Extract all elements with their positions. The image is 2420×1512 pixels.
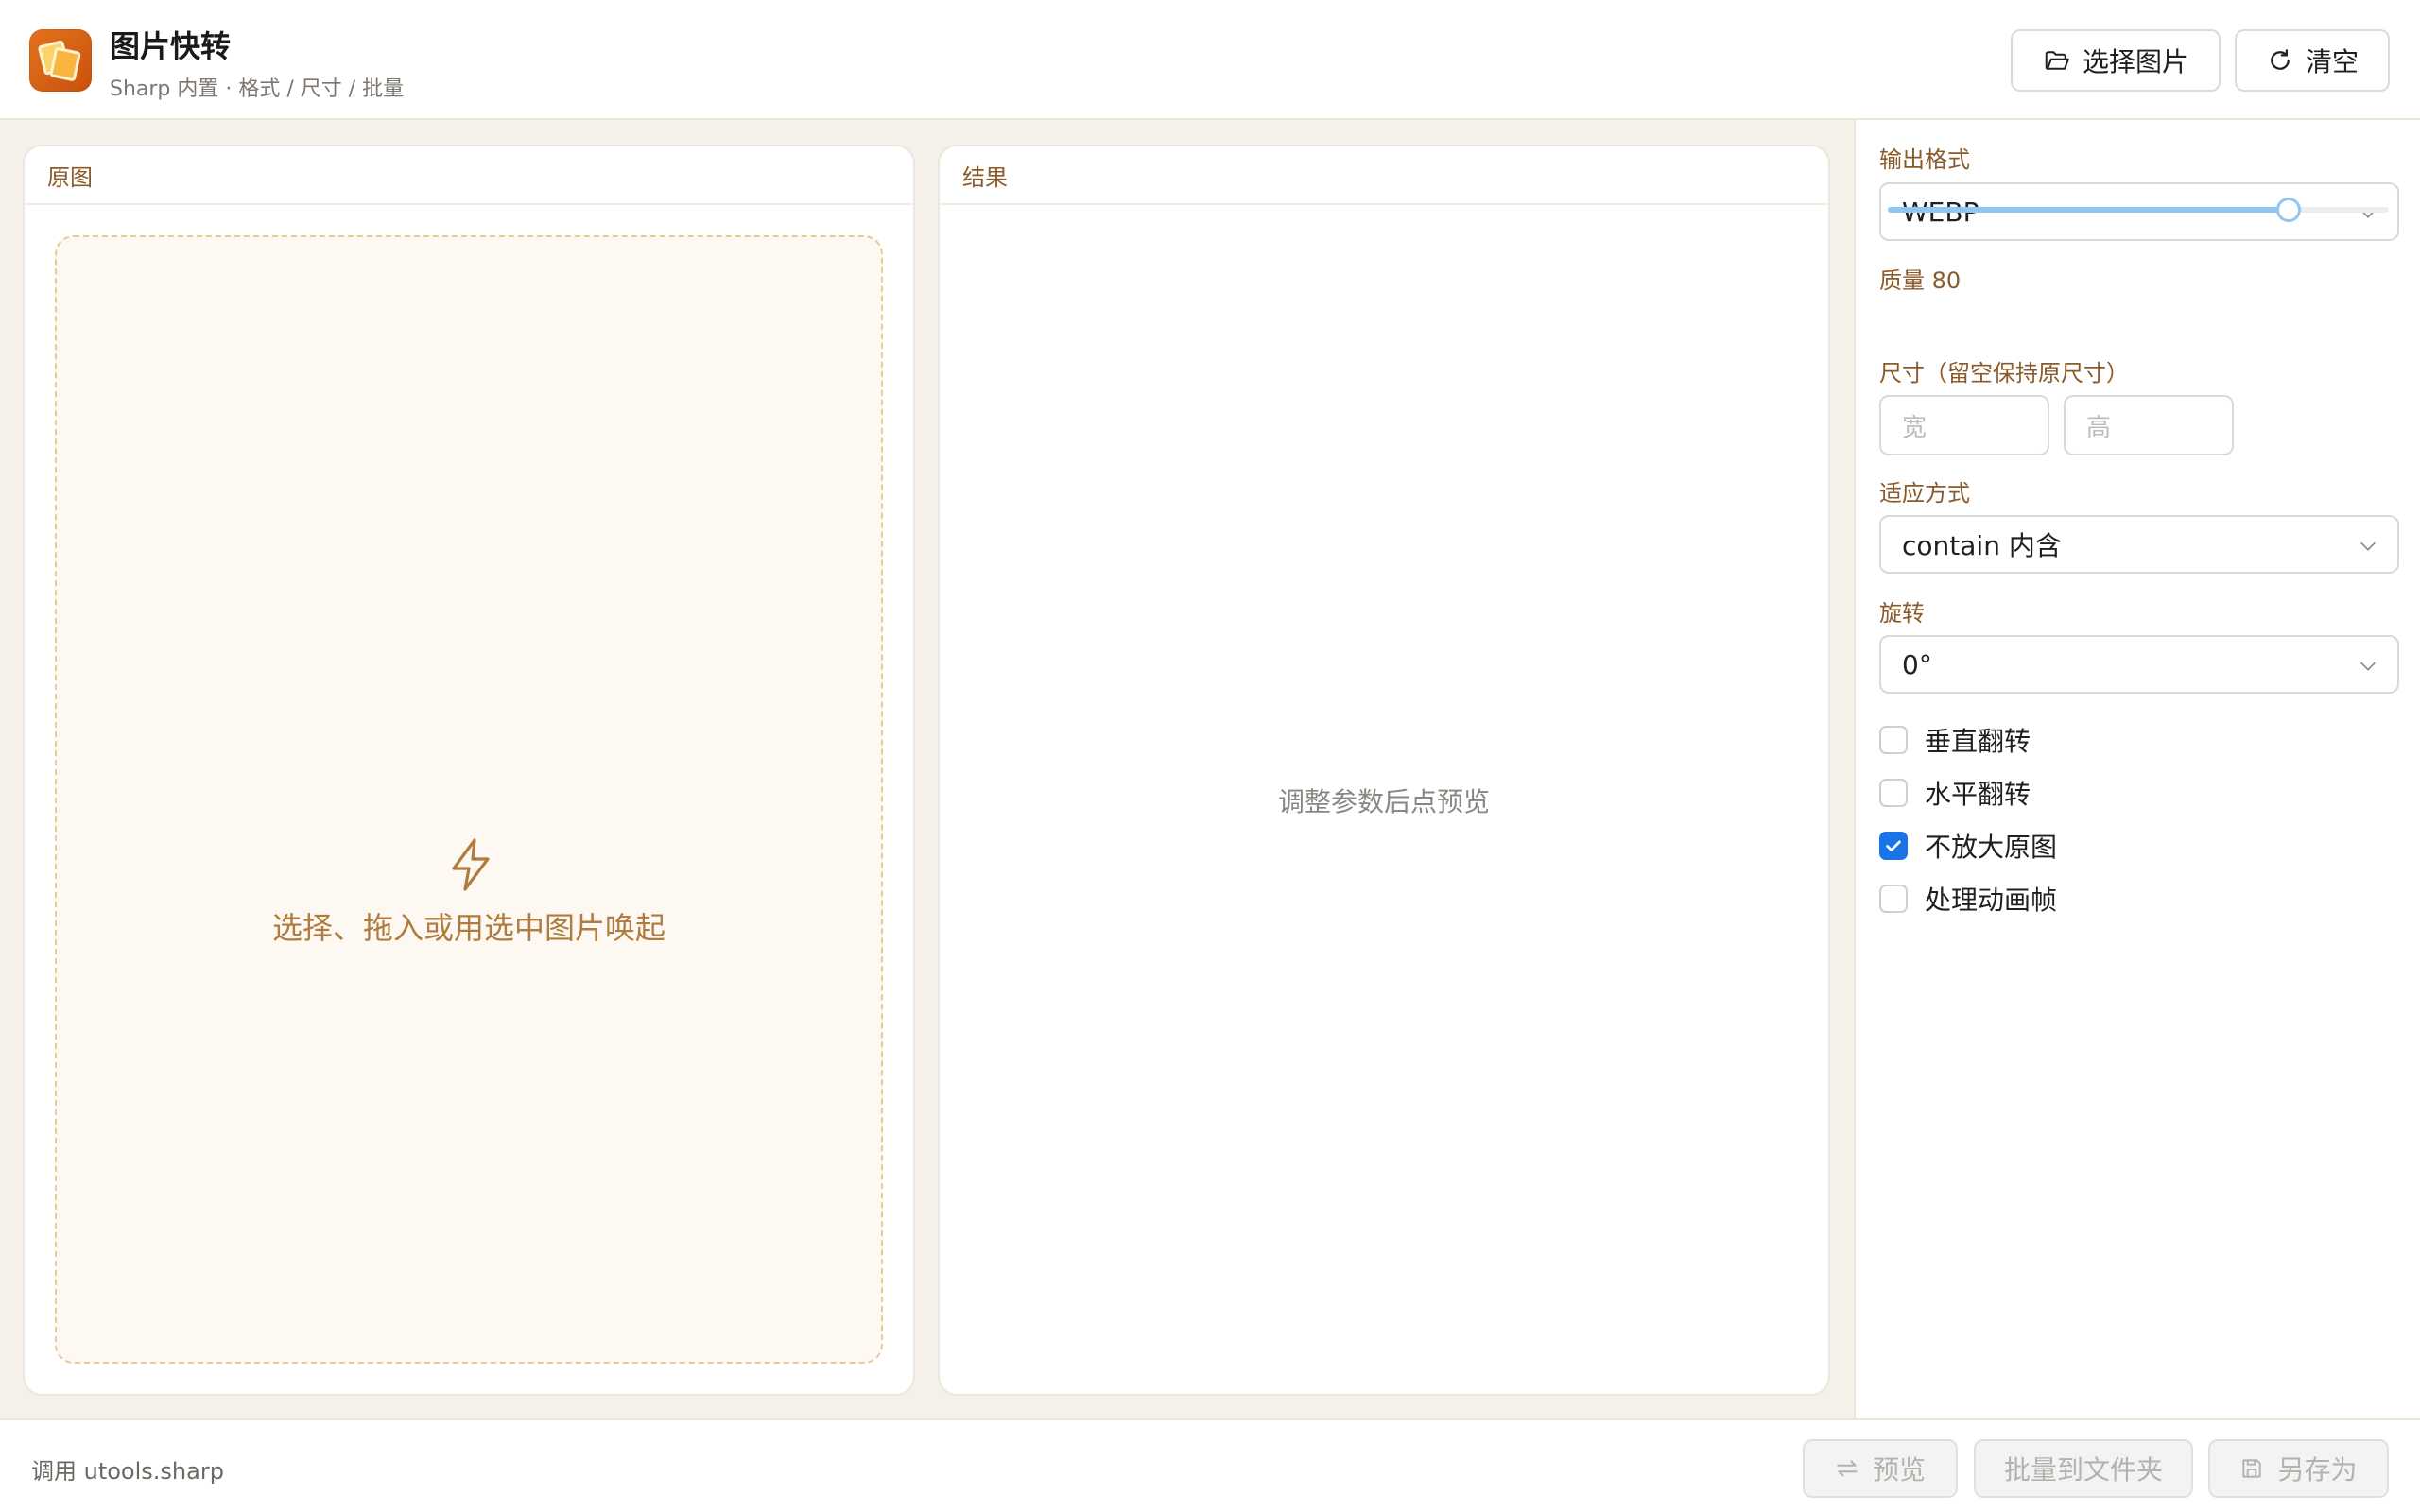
app-subtitle: Sharp 内置 · 格式 / 尺寸 / 批量 [110,77,405,101]
preview-button[interactable]: 预览 [1803,1439,1958,1498]
folder-open-icon [2045,51,2069,70]
batch-label: 批量到文件夹 [2003,1454,2163,1486]
fit-select[interactable]: contain 内含 [1879,515,2399,574]
rotate-select[interactable]: 0° [1879,635,2399,694]
flip-horizontal-checkbox[interactable]: 水平翻转 [1879,774,2031,812]
save-as-label: 另存为 [2277,1454,2358,1486]
original-panel-title: 原图 [25,146,913,205]
quality-label: 质量 80 [1879,267,1962,294]
save-as-button[interactable]: 另存为 [2208,1439,2389,1498]
footer-bar: 调用 utools.sharp 预览 批量到文件夹 另存为 [0,1418,2420,1512]
status-text: 调用 utools.sharp [31,1458,224,1485]
checkbox-box[interactable] [1879,726,1908,754]
swap-arrows-icon [1837,1460,1858,1477]
dropzone-hint: 选择、拖入或用选中图片唤起 [271,910,666,946]
original-panel: 原图 选择、拖入或用选中图片唤起 [23,145,915,1396]
refresh-icon [2271,49,2290,70]
chevron-down-icon [2360,662,2376,671]
flip-vertical-checkbox[interactable]: 垂直翻转 [1879,721,2031,759]
fit-value: contain 内含 [1902,530,2062,561]
format-label: 输出格式 [1879,146,1970,173]
lightning-icon [452,838,490,891]
rotate-label: 旋转 [1879,600,1925,627]
batch-to-folder-button[interactable]: 批量到文件夹 [1974,1439,2193,1498]
size-label: 尺寸（留空保持原尺寸） [1879,360,2129,387]
preview-label: 预览 [1872,1454,1926,1486]
checkbox-box[interactable] [1879,779,1908,807]
fit-label: 适应方式 [1879,480,1970,507]
chevron-down-icon [2360,541,2376,551]
height-placeholder: 高 [2086,413,2112,442]
settings-sidebar: 输出格式 WEBP 质量 80 尺寸（留空保持原尺寸） 宽 高 适应方式 con… [1854,120,2420,1418]
quality-slider[interactable] [1888,198,2389,222]
quality-slider-fill [1888,207,2289,213]
select-images-label: 选择图片 [2082,46,2188,77]
clear-label: 清空 [2305,46,2359,77]
flip-horizontal-label: 水平翻转 [1925,779,2031,810]
app-images-icon [29,29,92,92]
result-placeholder: 调整参数后点预览 [1277,786,1490,817]
app-title: 图片快转 [110,28,232,64]
image-dropzone[interactable]: 选择、拖入或用选中图片唤起 [55,235,883,1364]
no-enlarge-checkbox[interactable]: 不放大原图 [1879,827,2057,865]
height-input[interactable]: 高 [2064,395,2234,455]
clear-button[interactable]: 清空 [2235,29,2390,92]
select-images-button[interactable]: 选择图片 [2011,29,2221,92]
save-disk-icon [2242,1459,2262,1478]
checkmark-icon [1886,840,1901,851]
animated-frames-checkbox[interactable]: 处理动画帧 [1879,880,2057,918]
result-panel: 结果 调整参数后点预览 [938,145,1830,1396]
checkbox-box-checked[interactable] [1879,832,1908,860]
no-enlarge-label: 不放大原图 [1925,832,2058,863]
checkbox-box[interactable] [1879,885,1908,913]
animated-frames-label: 处理动画帧 [1925,885,2058,916]
width-placeholder: 宽 [1902,413,1927,442]
rotate-value: 0° [1902,648,1932,680]
flip-vertical-label: 垂直翻转 [1925,726,2031,757]
app-header: 图片快转 Sharp 内置 · 格式 / 尺寸 / 批量 选择图片 清空 [0,0,2420,120]
result-panel-title: 结果 [940,146,1828,205]
width-input[interactable]: 宽 [1879,395,2049,455]
quality-slider-thumb[interactable] [2276,198,2301,222]
